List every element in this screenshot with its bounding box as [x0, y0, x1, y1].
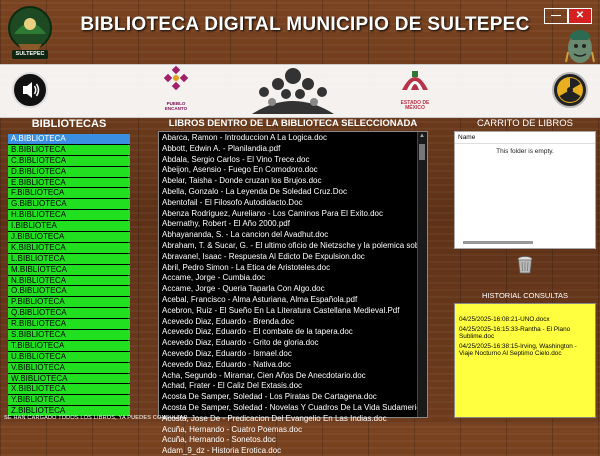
- estado-de-mexico-logo-text: ESTADO DE MÉXICO: [400, 100, 430, 111]
- libro-item[interactable]: Abella, Gonzalo - La Leyenda De Soledad …: [159, 186, 417, 197]
- municipio-logo-text: SULTEPEC: [15, 51, 45, 57]
- historial-entry: 04/25/2025-16:38:15-Irving, Washington -…: [459, 342, 577, 358]
- biblioteca-item[interactable]: H.BIBLIOTECA: [8, 210, 130, 222]
- historial-entry: 04/25/2025-16:15:33-Rantha - El Plano Su…: [459, 325, 571, 341]
- carrito-scrollbar[interactable]: [463, 241, 533, 244]
- pueblo-encanto-logo-text: PUEBLO ENCANTO: [164, 101, 188, 111]
- libro-item[interactable]: Abhayananda, S. - La cancion del Avadhut…: [159, 229, 417, 240]
- libros-list[interactable]: Abarca, Ramon - Introduccion A La Logica…: [158, 131, 428, 455]
- biblioteca-item[interactable]: K.BIBLIOTECA: [8, 242, 130, 254]
- libro-item[interactable]: Abeijon, Asensio - Fuego En Comodoro.doc: [159, 164, 417, 175]
- biblioteca-item[interactable]: A.BIBLIOTECA: [8, 134, 130, 145]
- historial-label: HISTORIAL CONSULTAS: [482, 291, 568, 300]
- audio-button[interactable]: [12, 72, 48, 108]
- libro-item[interactable]: Acevedo Diaz, Eduardo - Brenda.doc: [159, 316, 417, 327]
- libros-scroll-thumb[interactable]: [419, 144, 425, 160]
- speaker-icon: [23, 82, 40, 98]
- libro-item[interactable]: Accame, Jorge - Cumbia.doc: [159, 272, 417, 283]
- pueblo-encanto-logo: PUEBLO ENCANTO: [160, 65, 192, 112]
- biblioteca-item[interactable]: J.BIBLIOTECA: [8, 232, 130, 243]
- biblioteca-item[interactable]: G.BIBLIOTECA: [8, 199, 130, 211]
- libro-item[interactable]: Acosta, Jose De - Predicacion Del Evange…: [159, 413, 417, 424]
- libro-item[interactable]: Acevedo Diaz, Eduardo - Grito de gloria.…: [159, 337, 417, 348]
- historial-panel: 04/25/2025-16:08:21-UNO.docx 04/25/2025-1…: [454, 303, 596, 418]
- libro-item[interactable]: Adam_9_dz - Historia Erotica.doc: [159, 445, 417, 456]
- libro-item[interactable]: Abril, Pedro Simon - La Etica de Aristot…: [159, 262, 417, 273]
- scroll-up-icon[interactable]: ▲: [419, 133, 425, 139]
- carrito-empty-text: This folder is empty.: [496, 148, 554, 155]
- biblioteca-item[interactable]: V.BIBLIOTECA: [8, 362, 130, 374]
- biblioteca-item[interactable]: P.BIBLIOTECA: [8, 297, 130, 309]
- libro-item[interactable]: Acevedo Diaz, Eduardo - El combate de la…: [159, 326, 417, 337]
- carrito-label: CARRITO DE LIBROS: [477, 118, 573, 129]
- biblioteca-item[interactable]: Q.BIBLIOTECA: [8, 308, 130, 320]
- trash-button[interactable]: [517, 256, 533, 274]
- libro-item[interactable]: Acosta De Samper, Soledad - Los Piratas …: [159, 391, 417, 402]
- close-button[interactable]: ✕: [568, 8, 592, 24]
- biblioteca-item[interactable]: Y.BIBLIOTECA: [8, 395, 130, 407]
- libro-item[interactable]: Acevedo Diaz, Eduardo - Nativa.doc: [159, 359, 417, 370]
- biblioteca-item[interactable]: I.BIBLIOTEA: [8, 221, 130, 233]
- biblioteca-item[interactable]: X.BIBLIOTECA: [8, 384, 130, 396]
- libro-item[interactable]: Acebron, Ruiz - El Sueño En La Literatur…: [159, 305, 417, 316]
- biblioteca-item[interactable]: O.BIBLIOTECA: [8, 286, 130, 298]
- carrito-panel[interactable]: Name This folder is empty.: [454, 131, 596, 249]
- libro-item[interactable]: Acuña, Hernando - Sonetos.doc: [159, 434, 417, 445]
- biblioteca-item[interactable]: R.BIBLIOTECA: [8, 319, 130, 331]
- libro-item[interactable]: Abentofail - El Filosofo Autodidacto.Doc: [159, 197, 417, 208]
- libro-item[interactable]: Abenza Rodriguez, Aureliano - Los Camino…: [159, 208, 417, 219]
- carrito-name-column: Name: [455, 132, 595, 144]
- biblioteca-item[interactable]: E.BIBLIOTECA: [8, 177, 130, 189]
- app-title: BIBLIOTECA DIGITAL MUNICIPIO DE SULTEPEC: [80, 14, 530, 35]
- libro-item[interactable]: Abdala, Sergio Carlos - El Vino Trece.do…: [159, 154, 417, 165]
- biblioteca-item[interactable]: L.BIBLIOTECA: [8, 253, 130, 265]
- status-text: SE HAN CARGADO TODOS LOS LIBROS, YA PUED…: [4, 415, 188, 421]
- trash-icon: [517, 256, 533, 274]
- biblioteca-item[interactable]: B.BIBLIOTECA: [8, 144, 130, 156]
- libro-item[interactable]: Abraham, T. & Sucar, G. - El ultimo ofic…: [159, 240, 417, 251]
- bibliotecas-label: BIBLIOTECAS: [31, 118, 107, 130]
- libro-item[interactable]: Accame, Jorge - Queria Taparla Con Algo.…: [159, 283, 417, 294]
- biblioteca-item[interactable]: M.BIBLIOTECA: [8, 264, 130, 276]
- heroes-illustration: [250, 66, 336, 114]
- libro-item[interactable]: Abernathy, Robert - El Año 2000.pdf: [159, 218, 417, 229]
- libro-item[interactable]: Acha, Segundo - Miramar, Cien Años De An…: [159, 370, 417, 381]
- biblioteca-item[interactable]: N.BIBLIOTECA: [8, 275, 130, 287]
- radiation-button[interactable]: [552, 72, 588, 108]
- biblioteca-item[interactable]: W.BIBLIOTECA: [8, 373, 130, 385]
- libro-item[interactable]: Acuña, Hernando - Cuatro Poemas.doc: [159, 424, 417, 435]
- libro-item[interactable]: Acevedo Diaz, Eduardo - Ismael.doc: [159, 348, 417, 359]
- libro-item[interactable]: Acebal, Francisco - Alma Asturiana, Alma…: [159, 294, 417, 305]
- biblioteca-item[interactable]: U.BIBLIOTECA: [8, 351, 130, 363]
- municipio-logo: SULTEPEC: [4, 4, 56, 66]
- biblioteca-item[interactable]: F.BIBLIOTECA: [8, 188, 130, 200]
- historial-entry: 04/25/2025-16:08:21-UNO.docx: [459, 316, 550, 323]
- libro-item[interactable]: Abelar, Taisha - Donde cruzan los Brujos…: [159, 175, 417, 186]
- minimize-button[interactable]: —: [544, 8, 568, 24]
- biblioteca-item[interactable]: S.BIBLIOTECA: [8, 330, 130, 341]
- libros-scrollbar[interactable]: ▲: [417, 132, 427, 417]
- libros-label: LIBROS DENTRO DE LA BIBLIOTECA SELECCION…: [168, 118, 418, 129]
- radiation-icon: [557, 77, 583, 103]
- libro-item[interactable]: Acosta De Samper, Soledad - Novelas Y Cu…: [159, 402, 417, 413]
- biblioteca-item[interactable]: C.BIBLIOTECA: [8, 155, 130, 167]
- estado-de-mexico-logo: ESTADO DE MÉXICO: [398, 66, 432, 112]
- libro-item[interactable]: Abarca, Ramon - Introduccion A La Logica…: [159, 132, 417, 143]
- biblioteca-item[interactable]: T.BIBLIOTECA: [8, 340, 130, 352]
- libro-item[interactable]: Achad, Frater - El Caliz Del Extasis.doc: [159, 380, 417, 391]
- bibliotecas-list[interactable]: A.BIBLIOTECA B.BIBLIOTECA C.BIBLIOTECA D.BI…: [8, 134, 130, 418]
- libro-item[interactable]: Abravanel, Isaac - Respuesta Al Edicto D…: [159, 251, 417, 262]
- libro-item[interactable]: Abbott, Edwin A. - Planilandia.pdf: [159, 143, 417, 154]
- right-emblem-logo: [564, 26, 596, 66]
- biblioteca-item[interactable]: D.BIBLIOTECA: [8, 166, 130, 178]
